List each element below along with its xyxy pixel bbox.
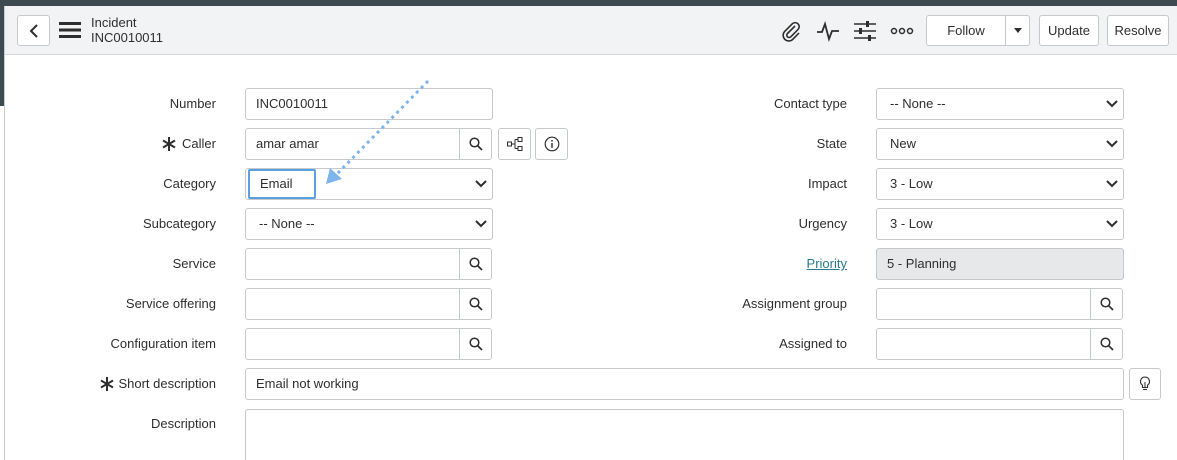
configuration-item-field[interactable] <box>245 328 460 360</box>
chevron-down-icon <box>1106 140 1118 148</box>
search-icon <box>468 257 483 271</box>
urgency-label: Urgency <box>798 216 847 231</box>
search-icon <box>468 137 483 151</box>
subcategory-value: -- None -- <box>259 216 315 231</box>
contact-type-select[interactable]: -- None -- <box>876 88 1124 120</box>
category-label: Category <box>163 176 216 191</box>
priority-link[interactable]: Priority <box>807 256 847 271</box>
short-description-label: Short description <box>118 376 216 391</box>
search-icon <box>468 297 483 311</box>
contact-type-value: -- None -- <box>890 96 946 111</box>
assigned-to-field[interactable] <box>876 328 1091 360</box>
back-button[interactable] <box>17 15 50 46</box>
state-select[interactable]: New <box>876 128 1124 160</box>
update-button[interactable]: Update <box>1039 15 1099 46</box>
service-lookup-button[interactable] <box>459 248 492 280</box>
menu-icon[interactable] <box>59 20 81 40</box>
hierarchy-icon <box>506 137 522 151</box>
suggestion-button[interactable] <box>1129 368 1161 400</box>
number-label: Number <box>169 96 216 111</box>
assigned-to-lookup-button[interactable] <box>1090 328 1123 360</box>
search-icon <box>1099 297 1114 311</box>
back-icon <box>29 23 38 38</box>
service-offering-lookup-button[interactable] <box>459 288 492 320</box>
assignment-group-field[interactable] <box>876 288 1091 320</box>
caller-field[interactable]: amar amar <box>245 128 460 160</box>
chevron-down-icon <box>1106 180 1118 188</box>
service-offering-field[interactable] <box>245 288 460 320</box>
chevron-down-icon <box>1106 100 1118 108</box>
assignment-group-lookup-button[interactable] <box>1090 288 1123 320</box>
caller-lookup-button[interactable] <box>459 128 492 160</box>
priority-label: Priority <box>660 255 847 273</box>
description-label: Description <box>150 416 216 431</box>
assignment-group-label: Assignment group <box>742 296 847 311</box>
paperclip-icon[interactable] <box>779 20 803 42</box>
follow-dropdown-button[interactable] <box>1005 15 1030 46</box>
form-header: Incident INC0010011 Follow Update Resolv… <box>5 6 1177 55</box>
assigned-to-label: Assigned to <box>779 336 847 351</box>
category-selected-value[interactable]: Email <box>248 169 316 199</box>
short-description-field[interactable]: Email not working <box>245 368 1124 400</box>
chevron-down-icon <box>475 180 487 188</box>
subcategory-select[interactable]: -- None -- <box>245 208 493 240</box>
impact-select[interactable]: 3 - Low <box>876 168 1124 200</box>
priority-field: 5 - Planning <box>876 248 1124 280</box>
chevron-down-icon <box>1106 220 1118 228</box>
search-icon <box>1099 337 1114 351</box>
lightbulb-icon <box>1140 376 1150 391</box>
state-label: State <box>816 136 847 151</box>
urgency-value: 3 - Low <box>890 216 933 231</box>
record-title: Incident INC0010011 <box>91 15 163 45</box>
service-label: Service <box>172 256 216 271</box>
caller-info-button[interactable] <box>535 128 568 160</box>
description-field[interactable] <box>245 409 1124 460</box>
settings-sliders-icon[interactable] <box>853 20 877 42</box>
impact-value: 3 - Low <box>890 176 933 191</box>
service-offering-label: Service offering <box>125 296 216 311</box>
caller-label: Caller <box>182 136 216 151</box>
subcategory-label: Subcategory <box>143 216 216 231</box>
chevron-down-icon <box>475 220 487 228</box>
record-number: INC0010011 <box>91 30 164 45</box>
state-value: New <box>890 136 917 151</box>
resolve-button[interactable]: Resolve <box>1107 15 1169 46</box>
search-icon <box>468 337 483 351</box>
left-edge <box>0 6 5 460</box>
activity-icon[interactable] <box>816 20 840 42</box>
more-icon[interactable] <box>890 20 914 42</box>
impact-label: Impact <box>807 176 847 191</box>
number-field[interactable]: INC0010011 <box>245 88 493 120</box>
required-icon <box>162 137 176 151</box>
dropdown-caret-icon <box>1013 27 1022 33</box>
service-field[interactable] <box>245 248 460 280</box>
follow-button[interactable]: Follow <box>926 15 1006 46</box>
record-type: Incident <box>91 15 137 30</box>
configuration-item-label: Configuration item <box>110 336 217 351</box>
info-icon <box>544 136 559 152</box>
caller-hierarchy-button[interactable] <box>498 128 531 160</box>
required-icon <box>100 377 114 391</box>
configuration-item-lookup-button[interactable] <box>459 328 492 360</box>
urgency-select[interactable]: 3 - Low <box>876 208 1124 240</box>
contact-type-label: Contact type <box>774 96 847 111</box>
